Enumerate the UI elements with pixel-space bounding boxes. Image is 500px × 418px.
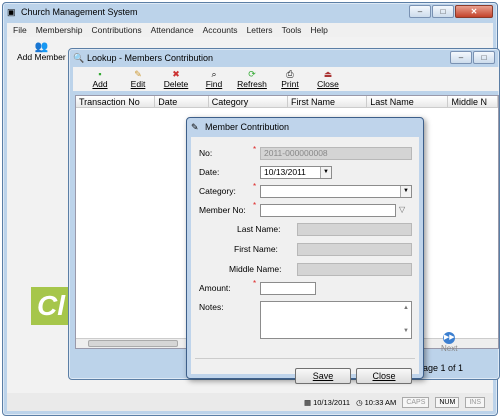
- add-button[interactable]: ▪ Add: [81, 67, 119, 91]
- scroll-up-icon[interactable]: ▲: [402, 303, 410, 314]
- lookup-toolbar: ▪ Add ✎ Edit ✖ Delete ⌕ Find ⟳ Refresh ⎙ Print…: [73, 67, 499, 91]
- delete-button[interactable]: ✖ Delete: [157, 67, 195, 91]
- menu-bar: File Membership Contributions Attendance…: [7, 23, 493, 37]
- member-contribution-dialog: ✎ Member Contribution No: * 2011-0000000…: [186, 117, 424, 384]
- scroll-down-icon[interactable]: ▼: [402, 326, 410, 337]
- required-marker: *: [253, 201, 257, 210]
- amount-label: Amount:: [199, 283, 231, 293]
- menu-tools[interactable]: Tools: [282, 25, 302, 35]
- lookup-title: Lookup - Members Contribution: [87, 53, 214, 63]
- calendar-icon: ▦: [303, 397, 312, 407]
- col-middle-name[interactable]: Middle N: [448, 96, 499, 107]
- next-icon: ▶▶: [443, 332, 456, 344]
- next-button[interactable]: ▶▶ Next: [441, 332, 457, 353]
- first-name-label: First Name:: [234, 244, 278, 254]
- col-first-name[interactable]: First Name: [288, 96, 368, 107]
- delete-icon: ✖: [172, 69, 180, 79]
- notes-scrollbar[interactable]: ▲ ▼: [402, 303, 410, 337]
- find-icon: ⌕: [211, 69, 217, 79]
- notes-textarea[interactable]: ▲ ▼: [260, 301, 412, 339]
- required-marker: *: [253, 279, 257, 288]
- last-name-field: [297, 223, 412, 236]
- col-category[interactable]: Category: [209, 96, 288, 107]
- status-num: NUM: [435, 396, 460, 408]
- edit-button[interactable]: ✎ Edit: [119, 67, 157, 91]
- col-transaction-no[interactable]: Transaction No: [76, 96, 156, 107]
- save-button[interactable]: Save: [295, 368, 351, 384]
- add-member-icon: 👥: [34, 41, 49, 53]
- middle-name-field: [297, 263, 412, 276]
- close-dialog-button[interactable]: Close: [356, 368, 412, 384]
- menu-accounts[interactable]: Accounts: [203, 25, 238, 35]
- print-icon: ⎙: [286, 69, 294, 79]
- col-date[interactable]: Date: [155, 96, 209, 107]
- category-label: Category:: [199, 186, 236, 196]
- notes-label: Notes:: [199, 302, 224, 312]
- last-name-label: Last Name:: [237, 224, 281, 234]
- status-time: ◷ 10:33 AM: [356, 397, 397, 407]
- status-caps: CAPS: [402, 396, 430, 408]
- menu-file[interactable]: File: [13, 25, 27, 35]
- status-ins: INS: [465, 396, 485, 408]
- dialog-edit-icon: ✎: [191, 122, 199, 132]
- dialog-titlebar[interactable]: ✎ Member Contribution: [187, 118, 423, 136]
- main-titlebar[interactable]: ▣ Church Management System – □ ✕: [3, 3, 497, 21]
- add-member-button[interactable]: 👥 Add Member: [17, 40, 66, 62]
- app-icon: ▣: [7, 7, 16, 17]
- close-window-button[interactable]: ✕: [455, 5, 493, 18]
- dialog-separator: [195, 358, 415, 359]
- menu-membership[interactable]: Membership: [36, 25, 83, 35]
- lookup-titlebar[interactable]: 🔍 Lookup - Members Contribution – □: [69, 49, 499, 67]
- maximize-button[interactable]: □: [432, 5, 454, 18]
- no-label: No:: [199, 148, 213, 158]
- required-marker: *: [253, 182, 257, 191]
- middle-name-label: Middle Name:: [229, 264, 282, 274]
- menu-contributions[interactable]: Contributions: [91, 25, 141, 35]
- first-name-field: [297, 243, 412, 256]
- menu-help[interactable]: Help: [310, 25, 327, 35]
- scroll-thumb[interactable]: [88, 340, 178, 347]
- close-button[interactable]: ⏏ Close: [309, 67, 347, 91]
- print-button[interactable]: ⎙ Print: [271, 67, 309, 91]
- amount-input[interactable]: [260, 282, 316, 295]
- page-info: age 1 of 1: [423, 363, 464, 373]
- edit-icon: ✎: [134, 69, 142, 79]
- date-label: Date:: [199, 167, 220, 177]
- category-select[interactable]: ▼: [260, 185, 412, 198]
- date-picker[interactable]: 10/13/2011 ▼: [260, 166, 332, 179]
- find-button[interactable]: ⌕ Find: [195, 67, 233, 91]
- main-title: Church Management System: [21, 7, 138, 17]
- required-marker: *: [253, 145, 257, 154]
- member-no-input[interactable]: [260, 204, 396, 217]
- lookup-icon: 🔍: [73, 53, 85, 63]
- member-no-label: Member No:: [199, 205, 246, 215]
- dialog-title: Member Contribution: [205, 122, 290, 132]
- dialog-body: No: * 2011-000000008 Date: 10/13/2011 ▼ C…: [191, 137, 419, 384]
- col-last-name[interactable]: Last Name: [367, 96, 449, 107]
- status-date: ▦ 10/13/2011: [303, 397, 351, 407]
- grid-header: Transaction No Date Category First Name …: [76, 96, 499, 108]
- no-field: 2011-000000008: [260, 147, 412, 160]
- lookup-minimize-button[interactable]: –: [450, 51, 472, 64]
- add-icon: ▪: [98, 69, 102, 79]
- menu-letters[interactable]: Letters: [247, 25, 273, 35]
- refresh-button[interactable]: ⟳ Refresh: [233, 67, 271, 91]
- chevron-down-icon[interactable]: ▼: [400, 186, 411, 197]
- close-icon: ⏏: [323, 69, 333, 79]
- chevron-down-icon[interactable]: ▼: [320, 167, 331, 178]
- member-lookup-icon[interactable]: ▽: [399, 205, 405, 214]
- status-bar: ▦ 10/13/2011 ◷ 10:33 AM CAPS NUM INS: [7, 393, 493, 411]
- clock-icon: ◷: [356, 397, 363, 407]
- minimize-button[interactable]: –: [409, 5, 431, 18]
- refresh-icon: ⟳: [248, 69, 256, 79]
- lookup-maximize-button[interactable]: □: [473, 51, 495, 64]
- menu-attendance[interactable]: Attendance: [151, 25, 194, 35]
